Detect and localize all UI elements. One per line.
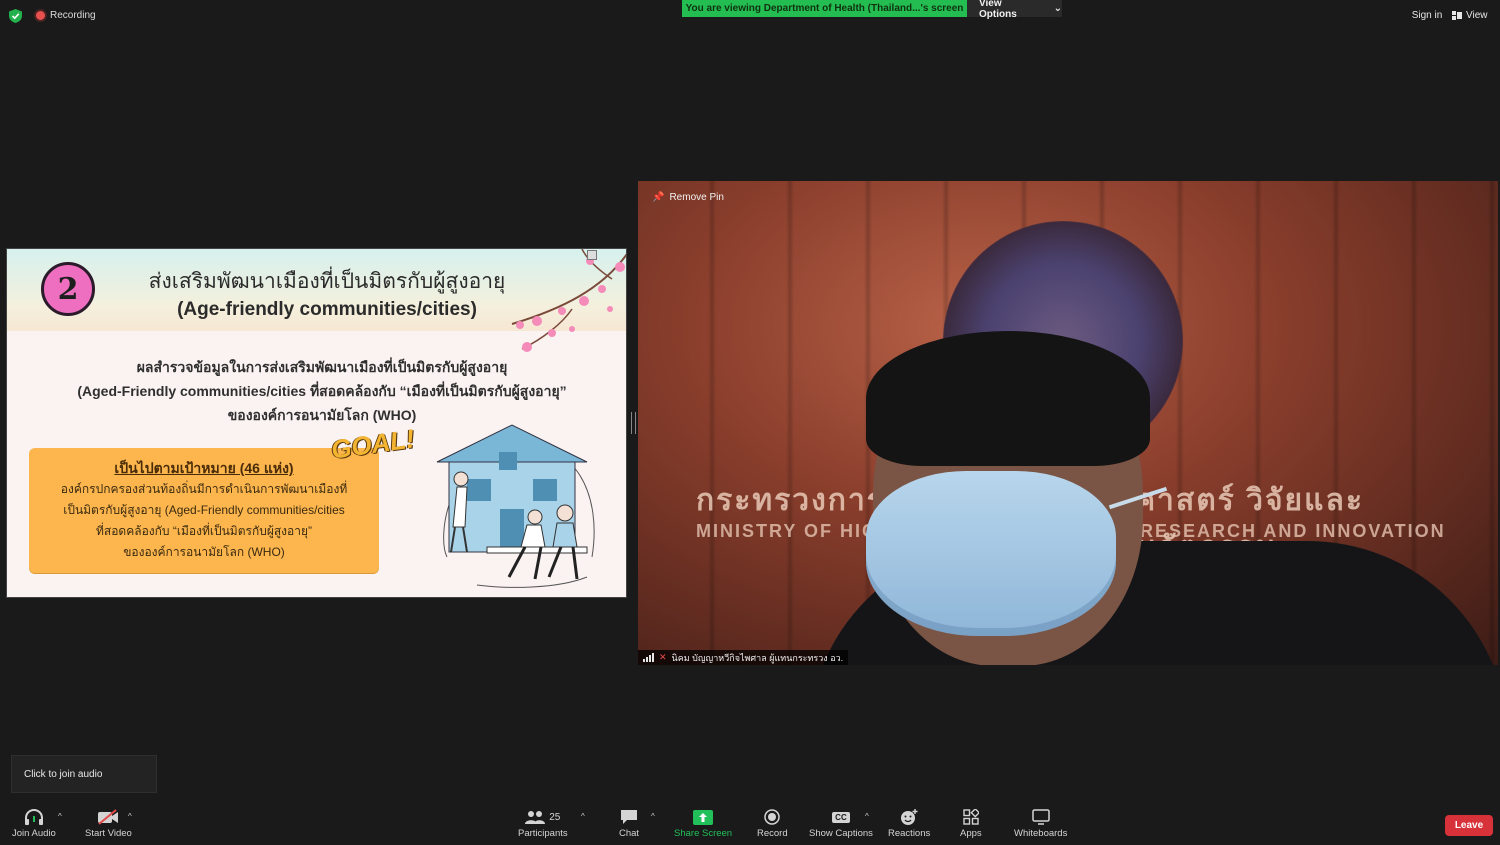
slide-body-line: (Aged-Friendly communities/cities ที่สอด…	[77, 383, 567, 399]
goal-box-line: ขององค์การอนามัยโลก (WHO)	[123, 545, 285, 559]
headphones-icon	[24, 809, 43, 825]
share-screen-label: Share Screen	[674, 828, 733, 839]
start-video-label: Start Video	[85, 828, 132, 839]
goal-summary-box: เป็นไปตามเป้าหมาย (46 แห่ง) องค์กรปกครอง…	[29, 448, 379, 573]
reactions-button[interactable]: Reactions	[888, 806, 930, 842]
signal-strength-icon	[643, 653, 654, 662]
slide-control-icon[interactable]	[587, 250, 597, 260]
shared-screen[interactable]: 2 ส่งเสริมพัฒนาเมืองที่เป็นมิตรกับผู้สูง…	[6, 248, 627, 598]
panel-resize-handle[interactable]	[631, 412, 636, 434]
slide-number-badge: 2	[41, 262, 95, 316]
viewing-screen-banner: You are viewing Department of Health (Th…	[682, 0, 967, 17]
record-label: Record	[757, 828, 788, 839]
join-audio-label: Join Audio	[12, 828, 56, 839]
mic-muted-icon: ✕	[659, 652, 667, 662]
goal-box-line: เป็นมิตรกับผู้สูงอายุ (Aged-Friendly com…	[63, 503, 345, 517]
view-options-label: View Options	[979, 0, 1017, 20]
join-audio-button[interactable]: Join Audio	[12, 806, 56, 842]
slide-title-thai: ส่งเสริมพัฒนาเมืองที่เป็นมิตรกับผู้สูงอา…	[148, 269, 506, 293]
face-mask	[866, 471, 1116, 636]
reactions-label: Reactions	[888, 828, 931, 839]
participants-icon	[525, 810, 546, 824]
apps-button[interactable]: Apps	[960, 806, 982, 842]
view-label: View	[1466, 10, 1488, 21]
whiteboards-button[interactable]: Whiteboards	[1014, 806, 1067, 842]
participants-caret-icon[interactable]: ^	[581, 812, 585, 821]
pin-icon: 📌	[652, 192, 665, 203]
smiley-plus-icon	[901, 808, 918, 825]
record-button[interactable]: Record	[757, 806, 788, 842]
goal-box-line: องค์กรปกครองส่วนท้องถิ่นมีการดำเนินการพั…	[60, 482, 348, 496]
share-screen-button[interactable]: Share Screen	[674, 806, 732, 842]
remove-pin-button[interactable]: 📌 Remove Pin	[652, 192, 724, 203]
grid-view-icon	[1452, 11, 1462, 20]
participants-button[interactable]: 25 Participants	[518, 806, 568, 842]
participants-count: 25	[549, 811, 561, 823]
goal-box-heading: เป็นไปตามเป้าหมาย (46 แห่ง)	[114, 460, 294, 476]
start-video-button[interactable]: Start Video	[85, 806, 132, 842]
wall-sign-english-left: MINISTRY OF HIGH	[696, 521, 894, 541]
sign-in-button[interactable]: Sign in	[1406, 7, 1448, 24]
record-icon	[764, 809, 781, 825]
speaker-hair	[866, 331, 1150, 466]
audio-options-caret-icon[interactable]: ^	[58, 812, 62, 821]
chat-icon	[621, 810, 638, 824]
participants-label: Participants	[518, 828, 568, 839]
show-captions-button[interactable]: CC Show Captions	[809, 806, 873, 842]
pinned-video-tile[interactable]: กระทรวงการอ ศาสตร์ วิจัยและนวัตกรรม MINI…	[638, 181, 1498, 665]
video-options-caret-icon[interactable]: ^	[128, 812, 132, 821]
goal-sticker: GOAL!	[329, 423, 417, 465]
chevron-down-icon: ⌄	[1053, 3, 1062, 14]
remove-pin-label: Remove Pin	[669, 192, 724, 203]
captions-caret-icon[interactable]: ^	[865, 812, 869, 821]
slide-title-english: (Age-friendly communities/cities)	[177, 299, 477, 320]
chat-button[interactable]: Chat	[619, 806, 639, 842]
house-elderly-illustration	[436, 424, 595, 588]
recording-indicator[interactable]: Recording	[36, 10, 96, 21]
slide-body-line: ผลสำรวจข้อมูลในการส่งเสริมพัฒนาเมืองที่เ…	[136, 359, 508, 375]
whiteboards-label: Whiteboards	[1014, 828, 1068, 839]
whiteboard-icon	[1031, 809, 1050, 825]
video-off-icon	[98, 809, 119, 825]
view-button[interactable]: View	[1452, 7, 1494, 24]
recording-dot-icon	[36, 11, 45, 20]
apps-label: Apps	[960, 828, 982, 839]
participant-name-tag: ✕ นิคม บัญญาหวีกิจไพศาล ผู้แทนกระทรวง อว…	[638, 650, 849, 665]
security-shield-icon[interactable]	[9, 9, 22, 23]
closed-captions-icon: CC	[832, 811, 850, 823]
join-audio-tooltip[interactable]: Click to join audio	[11, 755, 157, 793]
view-options-button[interactable]: View Options ⌄	[967, 0, 1062, 20]
goal-box-line: ที่สอดคล้องกับ “เมืองที่เป็นมิตรกับผู้สู…	[95, 524, 313, 538]
participant-name: นิคม บัญญาหวีกิจไพศาล ผู้แทนกระทรวง อว.	[671, 652, 844, 663]
apps-icon	[963, 809, 979, 825]
wall-sign-english-right: RESEARCH AND INNOVATION	[1140, 521, 1446, 541]
recording-label: Recording	[50, 10, 96, 21]
share-screen-icon	[693, 809, 714, 825]
leave-meeting-button[interactable]: Leave	[1445, 815, 1493, 836]
show-captions-label: Show Captions	[809, 828, 873, 839]
chat-label: Chat	[619, 828, 640, 839]
chat-caret-icon[interactable]: ^	[651, 812, 655, 821]
